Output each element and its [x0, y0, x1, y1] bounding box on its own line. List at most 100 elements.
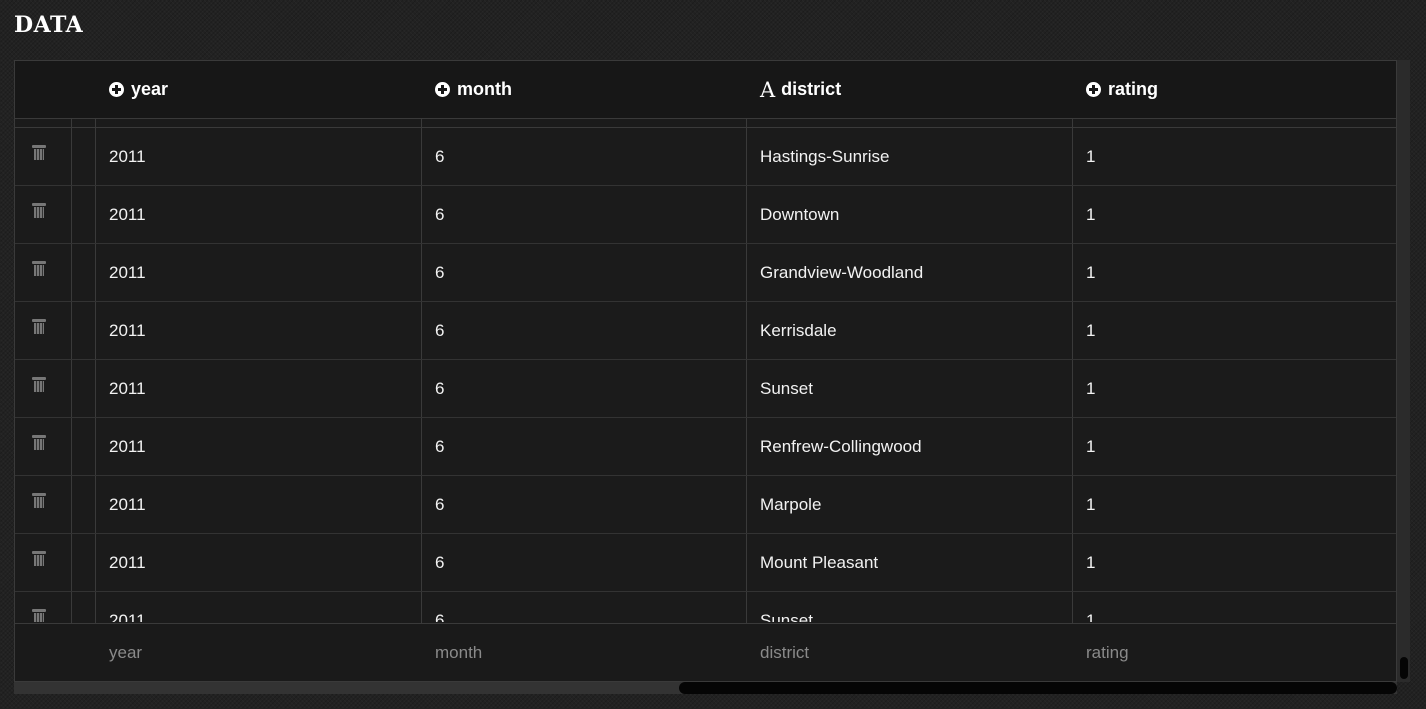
table-row[interactable]: 2011 6 Downtown 1: [15, 186, 1396, 244]
row-spacer-cell: [71, 186, 95, 243]
row-actions-cell: [15, 592, 71, 622]
row-actions-cell: [15, 534, 71, 591]
cell-district[interactable]: Mount Pleasant: [746, 534, 1072, 591]
row-spacer-cell: [71, 476, 95, 533]
trash-icon[interactable]: [32, 609, 46, 622]
row-actions-cell: [15, 186, 71, 243]
cell-rating[interactable]: 1: [1072, 302, 1396, 359]
cell-year[interactable]: 2011: [95, 534, 421, 591]
cell-district[interactable]: Grandview-Woodland: [746, 244, 1072, 301]
trash-icon[interactable]: [32, 493, 46, 508]
filter-input-year[interactable]: [109, 642, 421, 663]
trash-icon[interactable]: [32, 319, 46, 334]
trash-icon[interactable]: [32, 261, 46, 276]
cell-year[interactable]: 2011: [95, 186, 421, 243]
cell-month[interactable]: 6: [421, 302, 746, 359]
filter-input-district[interactable]: [760, 642, 1072, 663]
cell-month[interactable]: 6: [421, 360, 746, 417]
cell-rating[interactable]: 1: [1072, 128, 1396, 185]
column-header-district[interactable]: A district: [746, 61, 1072, 118]
row-spacer-cell: [71, 592, 95, 622]
cell-year[interactable]: 2011: [95, 360, 421, 417]
vertical-scrollbar-thumb[interactable]: [1400, 657, 1408, 679]
cell-district[interactable]: Sunset: [746, 592, 1072, 623]
table-body[interactable]: 2011 6 Hastings-Sunrise 1 2011 6 Downtown 1 2011…: [15, 127, 1396, 622]
row-spacer-cell: [71, 128, 95, 185]
plus-circle-icon[interactable]: [1086, 82, 1101, 97]
data-grid: year month A district rating 2011 6 Hastin…: [14, 60, 1397, 682]
cell-year[interactable]: 2011: [95, 128, 421, 185]
table-row[interactable]: 2011 6 Hastings-Sunrise 1: [15, 128, 1396, 186]
cell-rating[interactable]: 1: [1072, 534, 1396, 591]
table-row[interactable]: 2011 6 Kerrisdale 1: [15, 302, 1396, 360]
filter-input-month[interactable]: [435, 642, 746, 663]
column-header-label: month: [457, 79, 512, 99]
cell-month[interactable]: 6: [421, 186, 746, 243]
trash-icon[interactable]: [32, 551, 46, 566]
cell-year[interactable]: 2011: [95, 418, 421, 475]
row-spacer-cell: [71, 302, 95, 359]
cell-month[interactable]: 6: [421, 128, 746, 185]
cell-rating[interactable]: 1: [1072, 244, 1396, 301]
trash-icon[interactable]: [32, 435, 46, 450]
filter-input-rating[interactable]: [1086, 642, 1396, 663]
plus-circle-icon[interactable]: [109, 82, 124, 97]
table-row[interactable]: 2011 6 Sunset 1: [15, 360, 1396, 418]
cell-district[interactable]: Kerrisdale: [746, 302, 1072, 359]
column-header-rating[interactable]: rating: [1072, 61, 1396, 118]
text-type-icon[interactable]: A: [760, 78, 775, 102]
table-row[interactable]: 2011 6 Mount Pleasant 1: [15, 534, 1396, 592]
filter-actions-cell: [15, 624, 71, 681]
cell-district[interactable]: Hastings-Sunrise: [746, 128, 1072, 185]
column-header-label: district: [781, 79, 842, 99]
table-row[interactable]: 2011 6 Sunset 1: [15, 592, 1396, 622]
section-title: DATA: [14, 12, 84, 38]
table-row[interactable]: 2011 6 Grandview-Woodland 1: [15, 244, 1396, 302]
filter-cell-rating: [1072, 624, 1396, 681]
cell-rating[interactable]: 1: [1072, 360, 1396, 417]
cell-month[interactable]: 6: [421, 418, 746, 475]
table-row[interactable]: 2011 6 Marpole 1: [15, 476, 1396, 534]
column-header-label: year: [131, 79, 169, 99]
trash-icon[interactable]: [32, 377, 46, 392]
row-actions-cell: [15, 418, 71, 475]
vertical-scrollbar[interactable]: [1397, 60, 1410, 682]
cell-month[interactable]: 6: [421, 244, 746, 301]
row-actions-cell: [15, 244, 71, 301]
column-header-year[interactable]: year: [95, 61, 421, 118]
header-spacer-cell: [71, 61, 95, 118]
cell-district[interactable]: Marpole: [746, 476, 1072, 533]
trash-icon[interactable]: [32, 145, 46, 160]
cell-year[interactable]: 2011: [95, 244, 421, 301]
plus-circle-icon[interactable]: [435, 82, 450, 97]
column-header-month[interactable]: month: [421, 61, 746, 118]
cell-year[interactable]: 2011: [95, 476, 421, 533]
filter-cell-year: [95, 624, 421, 681]
cell-rating[interactable]: 1: [1072, 186, 1396, 243]
row-spacer-cell: [71, 244, 95, 301]
cell-district[interactable]: Downtown: [746, 186, 1072, 243]
cell-district[interactable]: Renfrew-Collingwood: [746, 418, 1072, 475]
header-actions-cell: [15, 61, 71, 118]
cell-year[interactable]: 2011: [95, 592, 421, 623]
horizontal-scrollbar[interactable]: [14, 682, 1397, 694]
cell-month[interactable]: 6: [421, 476, 746, 533]
filter-cell-district: [746, 624, 1072, 681]
cell-rating[interactable]: 1: [1072, 418, 1396, 475]
cell-year[interactable]: 2011: [95, 302, 421, 359]
cell-month[interactable]: 6: [421, 534, 746, 591]
horizontal-scrollbar-thumb[interactable]: [679, 682, 1397, 694]
column-header-label: rating: [1108, 79, 1159, 99]
row-spacer-cell: [71, 360, 95, 417]
row-actions-cell: [15, 128, 71, 185]
row-actions-cell: [15, 302, 71, 359]
table-row[interactable]: 2011 6 Renfrew-Collingwood 1: [15, 418, 1396, 476]
header-row: year month A district rating: [15, 61, 1396, 119]
trash-icon[interactable]: [32, 203, 46, 218]
cell-rating[interactable]: 1: [1072, 592, 1396, 623]
filter-spacer-cell: [71, 624, 95, 681]
cell-district[interactable]: Sunset: [746, 360, 1072, 417]
cell-rating[interactable]: 1: [1072, 476, 1396, 533]
row-spacer-cell: [71, 418, 95, 475]
cell-month[interactable]: 6: [421, 592, 746, 623]
